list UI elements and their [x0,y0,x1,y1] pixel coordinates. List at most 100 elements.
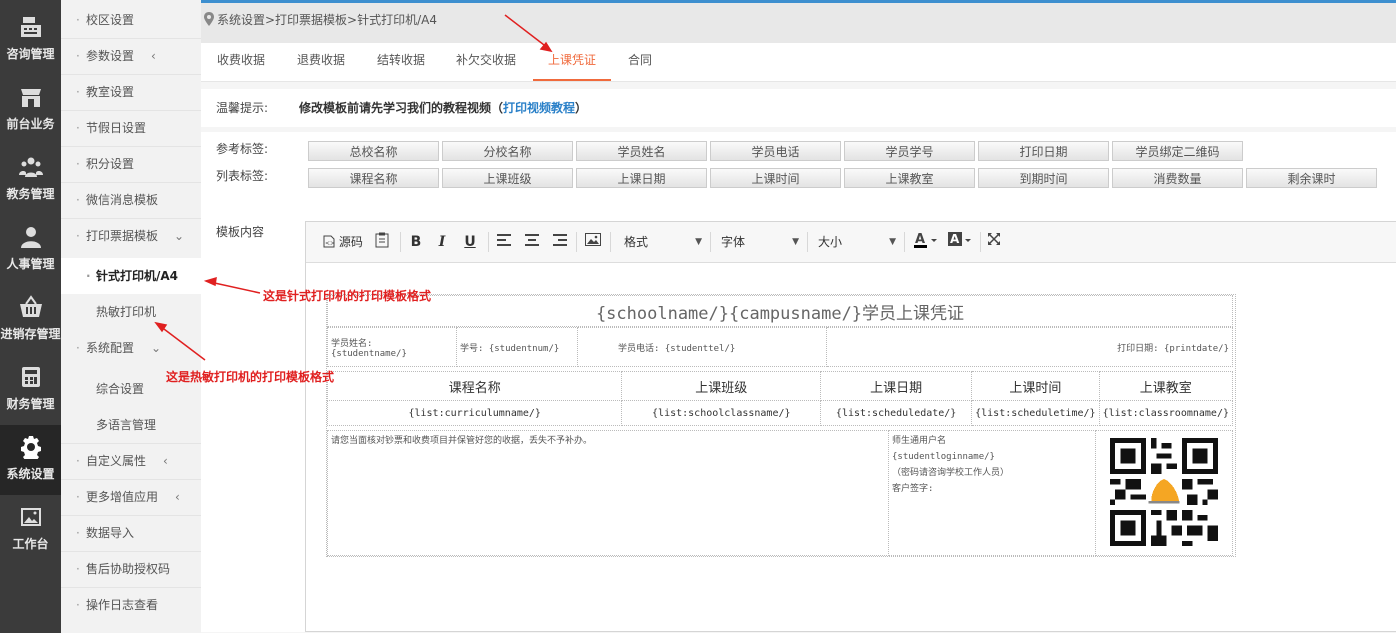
template-tabs: 收费收据 退费收据 结转收据 补欠交收据 上课凭证 合同 [201,43,1396,82]
note-cell: 请您当面核对钞票和收费项目并保管好您的收据，丢失不予补办。 [327,430,889,556]
table-header: 上课时间 [971,371,1100,401]
rail-item-hr[interactable]: 人事管理 [0,215,61,285]
italic-button[interactable]: I [434,232,450,252]
tag-button-classroom[interactable]: 上课教室 [844,168,975,188]
tag-button-consumed-qty[interactable]: 消费数量 [1112,168,1243,188]
footer-table: 请您当面核对钞票和收费项目并保管好您的收据，丢失不予补办。 师生通用户名 {st… [327,430,1233,556]
tag-button-remaining-hours[interactable]: 剩余课时 [1246,168,1377,188]
bold-button[interactable]: B [408,232,424,252]
submenu-item-params[interactable]: · 参数设置 ‹ [61,38,201,74]
submenu-item-custom-attr[interactable]: · 自定义属性 ‹ [61,443,201,479]
annotation-dot-matrix: 这是针式打印机的打印模板格式 [263,289,432,303]
tag-button-class[interactable]: 上课班级 [442,168,573,188]
location-pin-icon [204,12,214,26]
login-info-cell: 师生通用户名 {studentloginname/} （密码请咨询学校工作人员）… [888,430,1096,556]
table-cell: {list:scheduledate/} [820,400,973,426]
tag-button-school-name[interactable]: 总校名称 [308,141,439,161]
submenu-item-oplog[interactable]: · 操作日志查看 [61,587,201,623]
image-icon [585,233,601,246]
tutorial-video-link[interactable]: 打印视频教程 [503,101,575,115]
tab-contract[interactable]: 合同 [627,43,653,79]
submenu-item-system-config[interactable]: · 系统配置 ⌄ [61,330,201,366]
rail-item-inventory[interactable]: 进销存管理 [0,285,61,355]
submenu-item-more-apps[interactable]: · 更多增值应用 ‹ [61,479,201,515]
chevron-down-icon: ⌄ [174,229,185,243]
submenu-item-data-import[interactable]: · 数据导入 [61,515,201,551]
rail-item-front[interactable]: 前台业务 [0,75,61,145]
submenu-item-thermal[interactable]: 热敏打印机 [61,294,201,330]
breadcrumb-text: 系统设置>打印票据模板>针式打印机/A4 [217,13,437,27]
align-left-button[interactable] [496,232,512,252]
paste-button[interactable] [374,232,390,252]
tab-refund[interactable]: 退费收据 [296,43,346,79]
tab-class-voucher[interactable]: 上课凭证 [533,43,611,81]
breadcrumb: 系统设置>打印票据模板>针式打印机/A4 [201,3,1396,43]
tag-button-student-qrcode[interactable]: 学员绑定二维码 [1112,141,1243,161]
chevron-left-icon: ‹ [175,490,180,504]
tab-receipt[interactable]: 收费收据 [216,43,266,79]
rail-item-settings[interactable]: 系统设置 [0,425,61,495]
tag-button-class-date[interactable]: 上课日期 [576,168,707,188]
background-color-button[interactable]: A [948,232,972,252]
hint-text: 修改模板前请先学习我们的教程视频（打印视频教程） [299,101,588,115]
svg-text:A: A [950,232,960,246]
main-content: 系统设置>打印票据模板>针式打印机/A4 收费收据 退费收据 结转收据 补欠交收… [201,3,1396,633]
maximize-button[interactable] [986,232,1002,252]
cash-register-icon [21,17,41,37]
rail-label: 系统设置 [6,467,55,481]
table-row: {list:curriculumname/} {list:schoolclass… [326,400,1234,426]
tag-button-student-name[interactable]: 学员姓名 [576,141,707,161]
align-center-icon [525,234,539,246]
tag-button-campus-name[interactable]: 分校名称 [442,141,573,161]
size-select[interactable]: 大小 ▼ [818,232,896,252]
tag-button-student-phone[interactable]: 学员电话 [710,141,841,161]
submenu-item-wechat-template[interactable]: · 微信消息模板 [61,182,201,218]
tag-button-student-id[interactable]: 学员学号 [844,141,975,161]
svg-text:<>: <> [325,240,335,247]
rail-label: 前台业务 [6,117,55,131]
template-document[interactable]: {schoolname/}{campusname/}学员上课凭证 学员姓名: {s… [326,294,1236,557]
rail-label: 工作台 [12,537,49,551]
submenu-item-campus[interactable]: · 校区设置 [61,2,201,38]
source-button[interactable]: <> 源码 [320,232,366,252]
submenu-item-support-code[interactable]: · 售后协助授权码 [61,551,201,587]
rail-item-consult[interactable]: 咨询管理 [0,5,61,75]
align-center-button[interactable] [524,232,540,252]
rail-label: 教务管理 [6,187,55,201]
hint-label: 温馨提示: [216,101,269,115]
text-color-button[interactable]: A [914,232,938,252]
hint-bar: 温馨提示: 修改模板前请先学习我们的教程视频（打印视频教程） [201,89,1396,127]
tab-transfer[interactable]: 结转收据 [376,43,426,79]
basket-icon [20,295,42,317]
dropdown-arrow-icon: ▼ [792,237,799,247]
tag-panel: 参考标签: 列表标签: 总校名称 分校名称 学员姓名 学员电话 学员学号 打印日… [201,132,1396,632]
submenu-item-holiday[interactable]: · 节假日设置 [61,110,201,146]
rail-item-workbench[interactable]: 工作台 [0,495,61,565]
qrcode-cell [1095,430,1233,556]
table-cell: {list:scheduletime/} [971,400,1100,426]
title-table: {schoolname/}{campusname/}学员上课凭证 [327,295,1233,327]
underline-button[interactable]: U [462,232,478,252]
tag-button-print-date[interactable]: 打印日期 [978,141,1109,161]
tag-button-expiry[interactable]: 到期时间 [978,168,1109,188]
tab-arrears[interactable]: 补欠交收据 [455,43,517,79]
tag-button-course-name[interactable]: 课程名称 [308,168,439,188]
align-right-button[interactable] [552,232,568,252]
maximize-icon [988,233,1000,245]
tag-button-class-time[interactable]: 上课时间 [710,168,841,188]
insert-image-button[interactable] [584,232,602,252]
submenu-item-print-template[interactable]: · 打印票据模板 ⌄ [61,218,201,254]
submenu-item-classroom[interactable]: · 教室设置 [61,74,201,110]
submenu-item-points[interactable]: · 积分设置 [61,146,201,182]
table-header: 上课日期 [820,371,973,401]
document-title: {schoolname/}{campusname/}学员上课凭证 [327,295,1233,327]
rail-item-academic[interactable]: 教务管理 [0,145,61,215]
font-select[interactable]: 字体 ▼ [721,232,799,252]
align-right-icon [553,234,567,246]
rail-item-finance[interactable]: 财务管理 [0,355,61,425]
submenu-item-dot-matrix-a4[interactable]: · 针式打印机/A4 [61,258,201,294]
people-group-icon [19,157,43,177]
submenu-item-language[interactable]: 多语言管理 [61,407,201,443]
chevron-left-icon: ‹ [151,49,156,63]
format-select[interactable]: 格式 ▼ [624,232,702,252]
